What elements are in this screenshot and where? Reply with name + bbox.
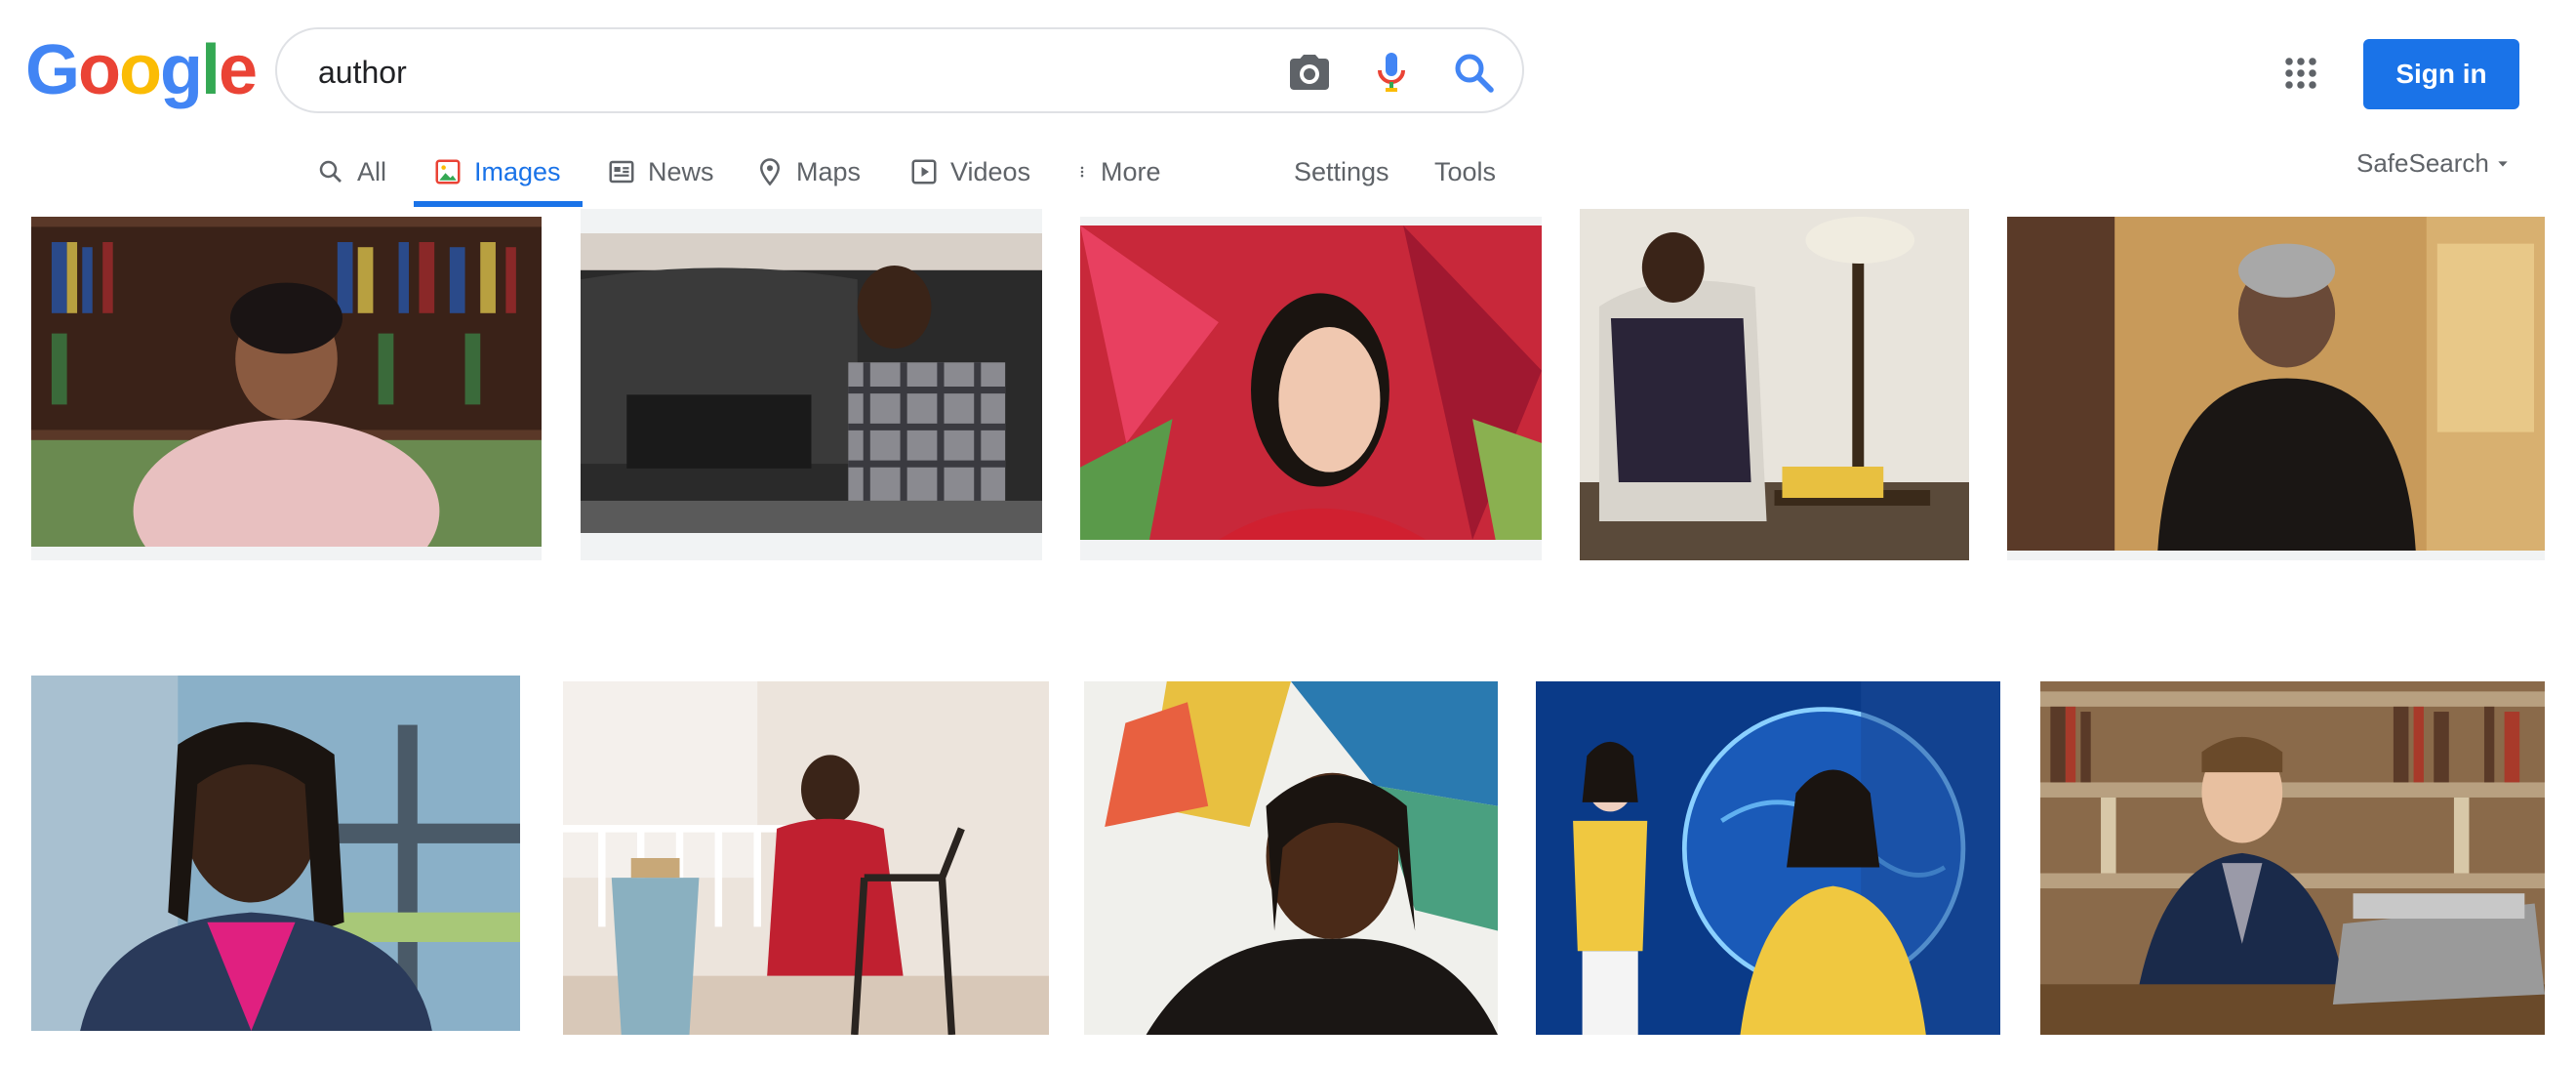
more-vert-icon bbox=[1080, 166, 1084, 178]
safesearch-label: SafeSearch bbox=[2356, 148, 2489, 178]
logo-letter: e bbox=[218, 31, 258, 109]
apps-grid-icon[interactable] bbox=[2283, 56, 2318, 91]
tab-more[interactable]: More bbox=[1075, 137, 1161, 207]
result-image-news-anchors-blue-screen[interactable] bbox=[1536, 681, 2000, 1035]
google-images-page: Google Sign in All Images bbox=[0, 0, 2576, 1066]
settings-label: Settings bbox=[1294, 156, 1389, 186]
tab-label: More bbox=[1101, 156, 1161, 186]
dropdown-arrow-icon bbox=[2498, 160, 2508, 167]
tools-link[interactable]: Tools bbox=[1434, 137, 1496, 207]
tab-label: Maps bbox=[796, 156, 862, 186]
camera-icon[interactable] bbox=[1286, 49, 1333, 96]
tab-videos[interactable]: Videos bbox=[909, 137, 1030, 207]
tab-label: Videos bbox=[950, 156, 1031, 186]
tab-label: Images bbox=[474, 156, 561, 186]
result-image-man-glasses-colorful-wall[interactable] bbox=[1084, 681, 1498, 1035]
search-input[interactable] bbox=[316, 49, 1296, 96]
search-icon bbox=[319, 160, 342, 183]
video-icon bbox=[911, 159, 937, 184]
news-icon bbox=[609, 160, 634, 184]
result-image-woman-armchair-lamp[interactable] bbox=[1580, 209, 1969, 560]
result-image-woman-red-background[interactable] bbox=[1080, 226, 1542, 540]
result-image-woman-red-dress-chair[interactable] bbox=[563, 681, 1049, 1035]
safesearch-menu[interactable]: SafeSearch bbox=[2356, 148, 2511, 179]
result-image-boy-laptop-couch[interactable] bbox=[581, 233, 1042, 533]
map-pin-icon bbox=[759, 158, 781, 186]
search-box[interactable] bbox=[275, 27, 1524, 113]
logo-letter: g bbox=[159, 31, 203, 109]
settings-link[interactable]: Settings bbox=[1294, 137, 1389, 207]
logo-letter: G bbox=[25, 31, 80, 109]
logo-letter: l bbox=[200, 31, 221, 109]
result-image-man-dreadlocks-pink-shirt[interactable] bbox=[31, 676, 520, 1031]
result-image-woman-pink-shawl-bookshelf[interactable] bbox=[31, 217, 542, 547]
tools-label: Tools bbox=[1434, 156, 1497, 186]
tab-label: All bbox=[357, 156, 387, 186]
tab-label: News bbox=[648, 156, 714, 186]
tab-maps[interactable]: Maps bbox=[755, 137, 861, 207]
tab-images[interactable]: Images bbox=[414, 137, 583, 207]
microphone-icon[interactable] bbox=[1368, 49, 1415, 96]
search-icon[interactable] bbox=[1450, 49, 1497, 96]
logo-letter: o bbox=[119, 31, 162, 109]
sign-in-button[interactable]: Sign in bbox=[2363, 39, 2519, 109]
tab-all[interactable]: All bbox=[316, 137, 386, 207]
google-logo[interactable]: Google bbox=[25, 31, 258, 109]
logo-letter: o bbox=[78, 31, 121, 109]
image-icon bbox=[435, 159, 461, 184]
result-image-woman-gold-room[interactable] bbox=[2007, 217, 2545, 551]
tab-news[interactable]: News bbox=[607, 137, 714, 207]
result-image-man-typewriter-library[interactable] bbox=[2040, 681, 2545, 1035]
